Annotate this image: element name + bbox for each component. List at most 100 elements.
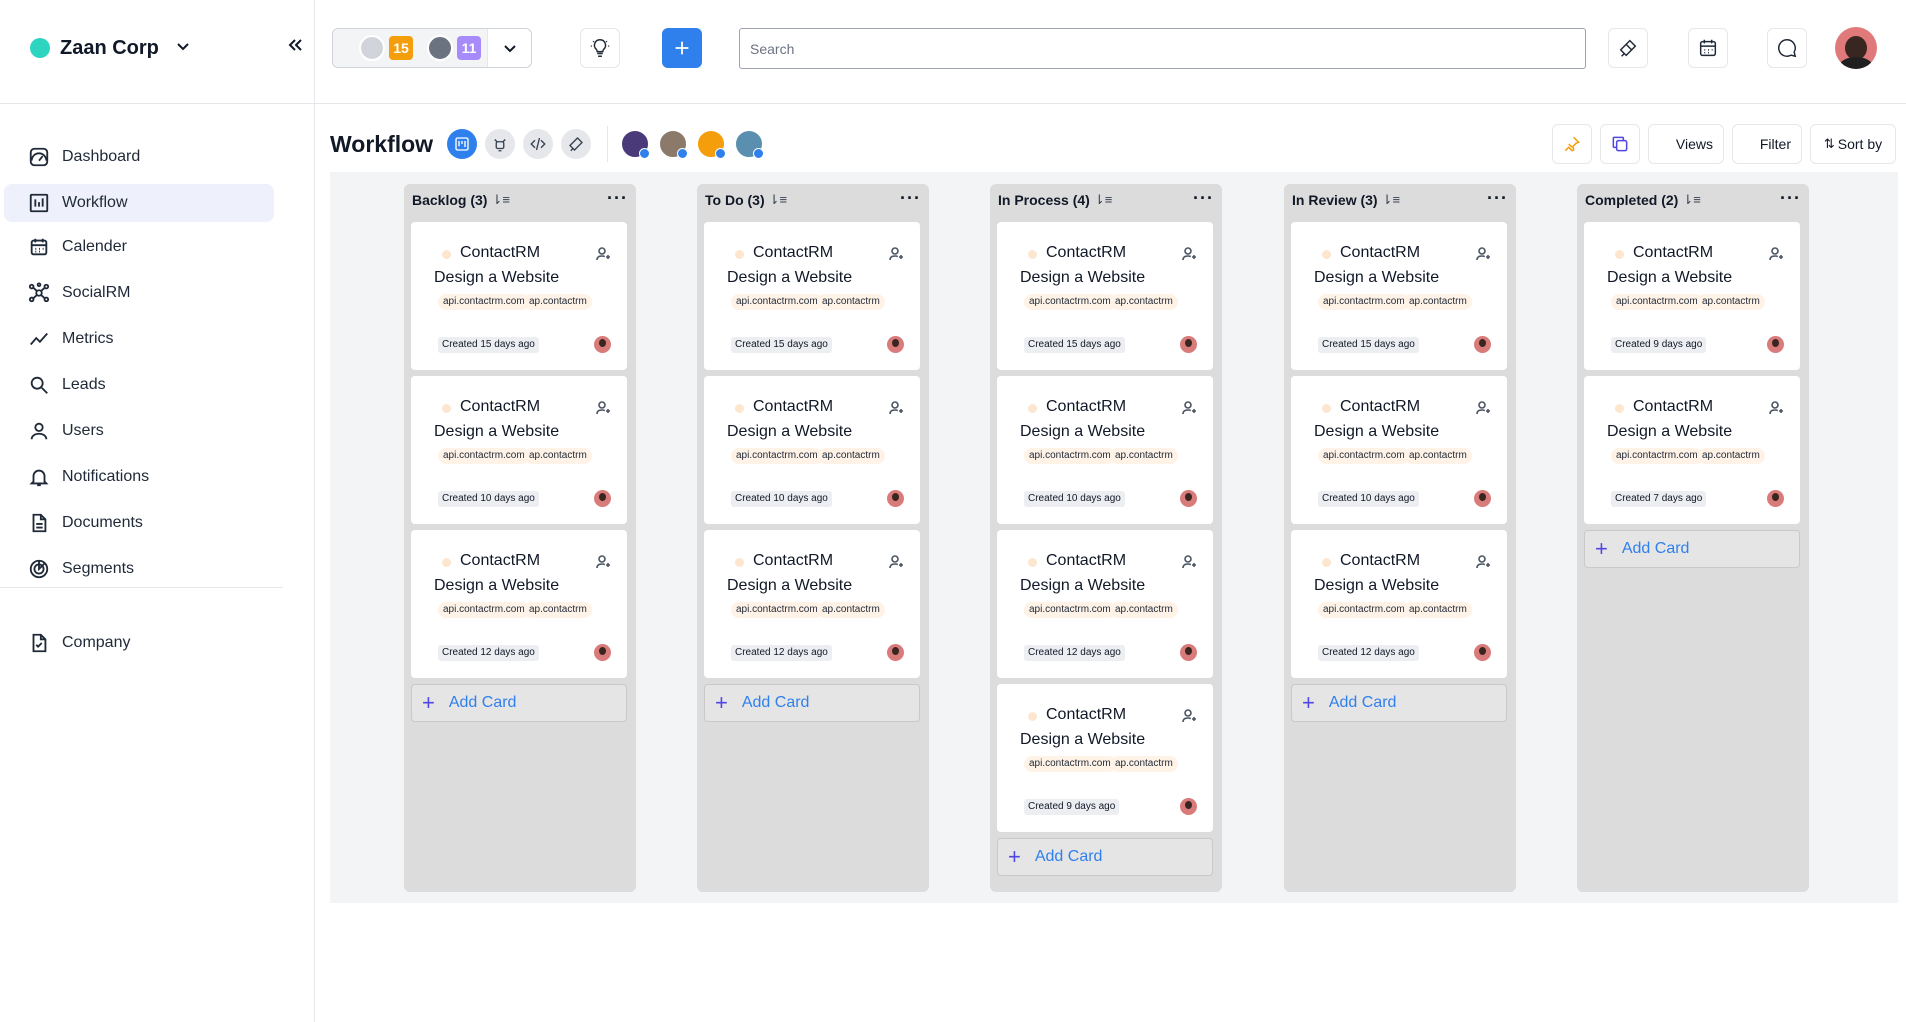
card-assignee-avatar[interactable]: [1180, 490, 1197, 507]
task-card[interactable]: ContactRM Design a Website api.contactrm.c…: [1291, 222, 1507, 370]
views-button[interactable]: Views: [1648, 124, 1724, 164]
task-card[interactable]: ContactRM Design a Website api.contactrm.c…: [1584, 222, 1800, 370]
task-card[interactable]: ContactRM Design a Website api.contactrm.c…: [997, 376, 1213, 524]
sort-button[interactable]: ⇅ Sort by: [1810, 124, 1896, 164]
assign-user-icon[interactable]: [1475, 246, 1491, 262]
robot-icon[interactable]: [485, 129, 516, 159]
assign-user-icon[interactable]: [888, 400, 904, 416]
sidebar-item-users[interactable]: Users: [4, 412, 274, 450]
task-card[interactable]: ContactRM Design a Website api.contactrm.c…: [411, 376, 627, 524]
card-assignee-avatar[interactable]: [1474, 490, 1491, 507]
assign-user-icon[interactable]: [595, 400, 611, 416]
add-card-button[interactable]: + Add Card: [411, 684, 627, 722]
assign-user-icon[interactable]: [1768, 400, 1784, 416]
collapse-sidebar-icon[interactable]: [286, 36, 304, 58]
member-avatar[interactable]: [696, 129, 727, 159]
card-assignee-avatar[interactable]: [1180, 644, 1197, 661]
member-avatar[interactable]: [620, 129, 651, 159]
more-options-icon[interactable]: ···: [1487, 188, 1508, 209]
add-card-button[interactable]: + Add Card: [1584, 530, 1800, 568]
chevron-down-icon[interactable]: [487, 29, 531, 67]
chat-icon[interactable]: [1767, 28, 1807, 68]
task-card[interactable]: ContactRM Design a Website api.contactrm.c…: [704, 376, 920, 524]
assign-user-icon[interactable]: [1768, 246, 1784, 262]
megaphone-icon[interactable]: [561, 129, 592, 159]
card-tag: api.contactrm.com: [731, 602, 823, 618]
member-avatar[interactable]: [734, 129, 765, 159]
board-column: In Process (4) ⇂≡ ··· ContactRM Design a Web…: [990, 184, 1222, 892]
task-card[interactable]: ContactRM Design a Website api.contactrm.c…: [1291, 530, 1507, 678]
sidebar-item-company[interactable]: Company: [4, 624, 274, 662]
assign-user-icon[interactable]: [888, 554, 904, 570]
assign-user-icon[interactable]: [1475, 554, 1491, 570]
column-sort-icon[interactable]: ⇂≡: [1382, 192, 1400, 208]
calendar-icon[interactable]: [1688, 28, 1728, 68]
sidebar-item-metrics[interactable]: Metrics: [4, 320, 274, 358]
column-sort-icon[interactable]: ⇂≡: [491, 192, 509, 208]
add-card-button[interactable]: + Add Card: [997, 838, 1213, 876]
assign-user-icon[interactable]: [1181, 400, 1197, 416]
search-input[interactable]: [739, 28, 1586, 69]
user-avatar[interactable]: [1835, 27, 1877, 69]
card-assignee-avatar[interactable]: [1767, 490, 1784, 507]
assign-user-icon[interactable]: [1181, 246, 1197, 262]
card-assignee-avatar[interactable]: [1474, 644, 1491, 661]
column-sort-icon[interactable]: ⇂≡: [1094, 192, 1112, 208]
card-assignee-avatar[interactable]: [1474, 336, 1491, 353]
megaphone-icon[interactable]: [1608, 28, 1648, 68]
card-assignee-avatar[interactable]: [1767, 336, 1784, 353]
kanban-view-icon[interactable]: [447, 129, 478, 159]
sidebar-item-socialrm[interactable]: SocialRM: [4, 274, 274, 312]
task-card[interactable]: ContactRM Design a Website api.contactrm.c…: [997, 222, 1213, 370]
task-card[interactable]: ContactRM Design a Website api.contactrm.c…: [704, 222, 920, 370]
card-assignee-avatar[interactable]: [594, 336, 611, 353]
add-card-button[interactable]: + Add Card: [704, 684, 920, 722]
column-header: To Do (3) ⇂≡ ···: [697, 184, 929, 216]
more-options-icon[interactable]: ···: [1193, 188, 1214, 209]
sidebar-item-calender[interactable]: Calender: [4, 228, 274, 266]
workspace-switcher[interactable]: Zaan Corp: [30, 36, 191, 60]
sidebar-item-documents[interactable]: Documents: [4, 504, 274, 542]
assign-user-icon[interactable]: [595, 246, 611, 262]
sidebar-item-segments[interactable]: Segments: [4, 550, 274, 588]
copy-icon[interactable]: [1600, 124, 1640, 164]
filter-button[interactable]: Filter: [1732, 124, 1802, 164]
card-assignee-avatar[interactable]: [887, 644, 904, 661]
assign-user-icon[interactable]: [888, 246, 904, 262]
card-assignee-avatar[interactable]: [887, 336, 904, 353]
page-title: Workflow: [330, 130, 434, 157]
task-card[interactable]: ContactRM Design a Website api.contactrm.c…: [997, 684, 1213, 832]
task-card[interactable]: ContactRM Design a Website api.contactrm.c…: [411, 222, 627, 370]
card-assignee-avatar[interactable]: [1180, 336, 1197, 353]
pin-icon[interactable]: [1552, 124, 1592, 164]
card-assignee-avatar[interactable]: [594, 490, 611, 507]
sidebar-item-leads[interactable]: Leads: [4, 366, 274, 404]
member-avatar[interactable]: [658, 129, 689, 159]
sidebar-item-dashboard[interactable]: Dashboard: [4, 138, 274, 176]
card-assignee-avatar[interactable]: [1180, 798, 1197, 815]
task-card[interactable]: ContactRM Design a Website api.contactrm.c…: [1291, 376, 1507, 524]
assign-user-icon[interactable]: [1475, 400, 1491, 416]
more-options-icon[interactable]: ···: [1780, 188, 1801, 209]
sidebar-item-workflow[interactable]: Workflow: [4, 184, 274, 222]
add-card-button[interactable]: + Add Card: [1291, 684, 1507, 722]
task-card[interactable]: ContactRM Design a Website api.contactrm.c…: [1584, 376, 1800, 524]
task-card[interactable]: ContactRM Design a Website api.contactrm.c…: [411, 530, 627, 678]
assign-user-icon[interactable]: [595, 554, 611, 570]
column-sort-icon[interactable]: ⇂≡: [1682, 192, 1700, 208]
assign-user-icon[interactable]: [1181, 554, 1197, 570]
team-selector[interactable]: 15 11: [332, 28, 532, 68]
task-card[interactable]: ContactRM Design a Website api.contactrm.c…: [704, 530, 920, 678]
more-options-icon[interactable]: ···: [900, 188, 921, 209]
lightbulb-icon[interactable]: [580, 28, 620, 68]
assign-user-icon[interactable]: [1181, 708, 1197, 724]
task-card[interactable]: ContactRM Design a Website api.contactrm.c…: [997, 530, 1213, 678]
column-sort-icon[interactable]: ⇂≡: [769, 192, 787, 208]
code-icon[interactable]: [523, 129, 554, 159]
card-assignee-avatar[interactable]: [594, 644, 611, 661]
card-assignee-avatar[interactable]: [887, 490, 904, 507]
sidebar-item-notifications[interactable]: Notifications: [4, 458, 274, 496]
more-options-icon[interactable]: ···: [607, 188, 628, 209]
company-icon: [28, 632, 50, 654]
create-new-button[interactable]: [662, 28, 702, 68]
